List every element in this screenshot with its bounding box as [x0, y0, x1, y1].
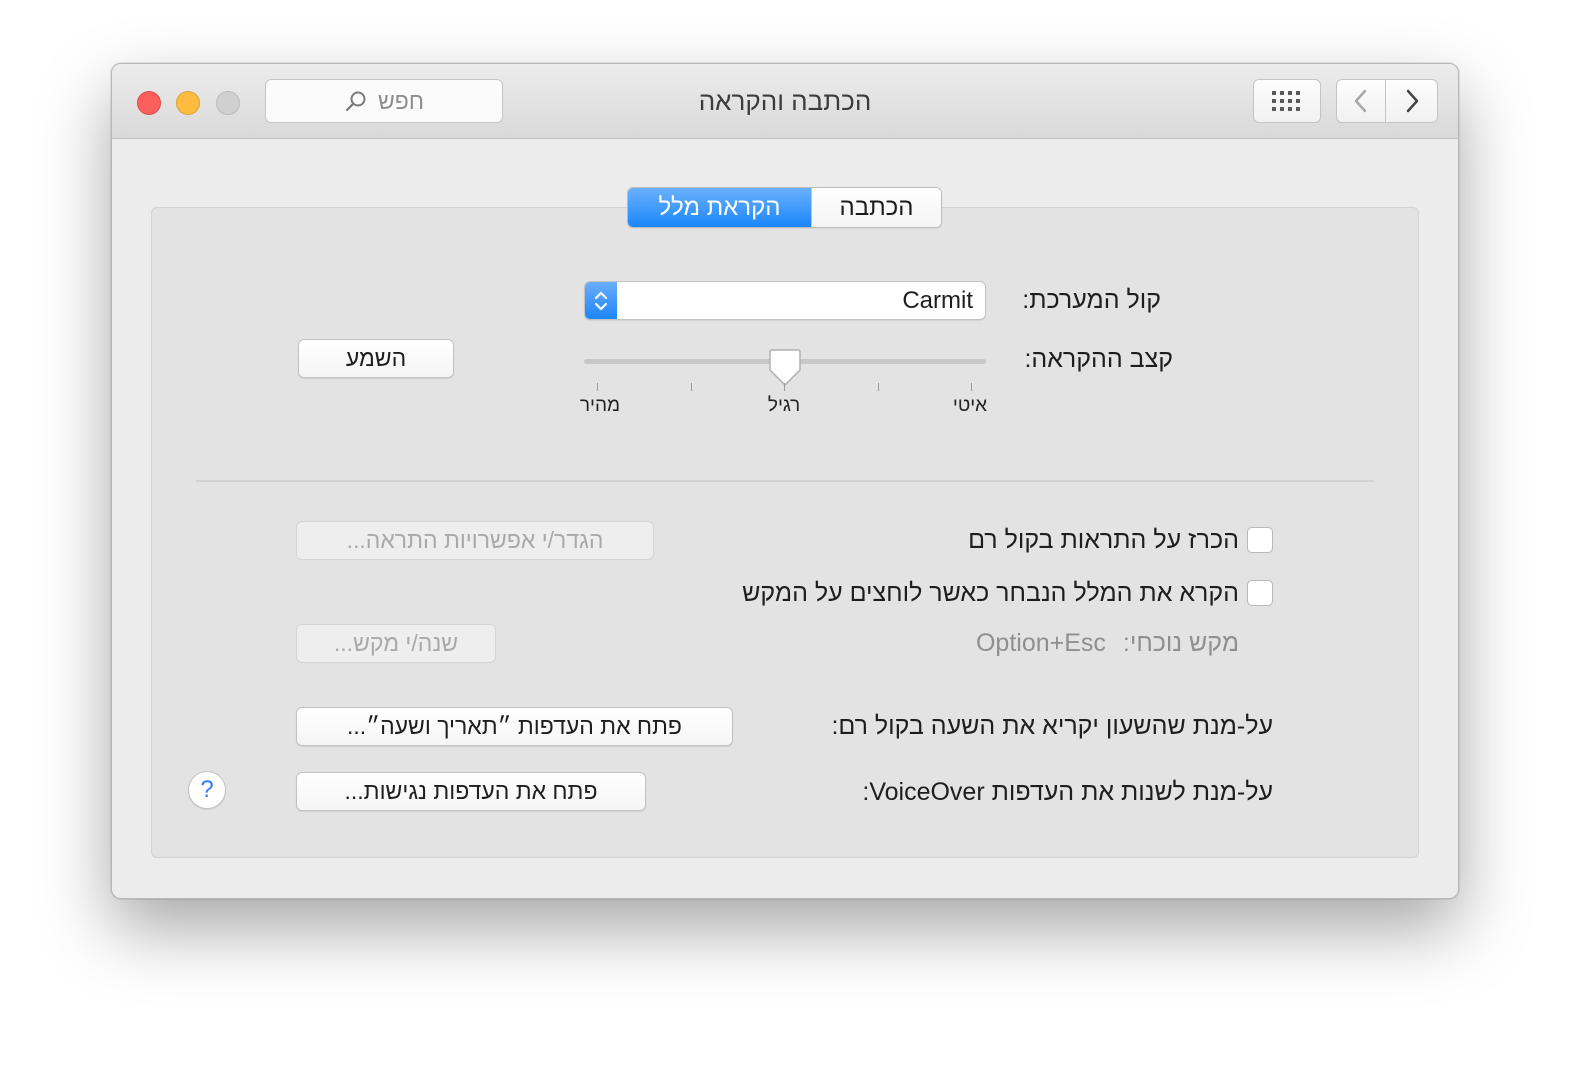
- speaking-rate-label: קצב ההקראה:: [1024, 345, 1173, 373]
- open-accessibility-button[interactable]: פתח את העדפות נגישות...: [296, 772, 646, 811]
- tab-dictation[interactable]: הכתבה: [811, 188, 941, 227]
- back-button[interactable]: [1336, 79, 1386, 123]
- rate-tick: [784, 383, 785, 391]
- tab-control: הקראת מלל הכתבה: [627, 187, 942, 228]
- rate-tick: [691, 383, 692, 391]
- announce-alerts-label: הכרז על התראות בקול רם: [968, 526, 1239, 554]
- help-button[interactable]: ?: [188, 771, 226, 809]
- clock-label: על-מנת שהשעון יקריא את השעה בקול רם:: [831, 712, 1273, 740]
- current-key-row: Option+Esc מקש נוכחי:: [976, 629, 1239, 658]
- rate-slow-label: איטי: [952, 395, 988, 416]
- alert-options-button[interactable]: הגדר/י אפשרויות התראה...: [296, 521, 654, 560]
- speak-selected-label: הקרא את המלל הנבחר כאשר לוחצים על המקש: [742, 579, 1239, 607]
- system-voice-popup[interactable]: Carmit: [584, 281, 986, 320]
- speak-selected-checkbox[interactable]: [1247, 580, 1273, 606]
- forward-button[interactable]: [1386, 79, 1438, 123]
- current-key-label: מקש נוכחי:: [1122, 629, 1239, 657]
- rate-tick: [971, 383, 972, 391]
- show-all-button[interactable]: [1253, 79, 1321, 123]
- stepper-arrows-icon: [585, 282, 617, 319]
- chevron-right-icon: [1406, 89, 1418, 113]
- rate-fast-label: מהיר: [579, 395, 621, 416]
- speaking-rate-slider-thumb[interactable]: [768, 348, 802, 388]
- help-icon: ?: [200, 776, 214, 803]
- system-voice-value: Carmit: [902, 287, 973, 314]
- voiceover-label: על-מנת לשנות את העדפות VoiceOver:: [862, 778, 1273, 806]
- system-voice-label: קול המערכת:: [1022, 286, 1161, 314]
- tab-speech[interactable]: הקראת מלל: [628, 188, 811, 227]
- rate-tick: [878, 383, 879, 391]
- open-date-time-button[interactable]: פתח את העדפות ״תאריך ושעה״...: [296, 707, 733, 746]
- rate-normal-label: רגיל: [767, 395, 801, 416]
- rate-tick: [597, 383, 598, 391]
- divider: [196, 480, 1374, 482]
- play-button[interactable]: השמע: [298, 339, 454, 378]
- preferences-window: חפש הכתבה והקראה הקראת מלל הכתבה קול המע…: [111, 63, 1459, 899]
- announce-alerts-checkbox[interactable]: [1247, 527, 1273, 553]
- chevron-left-icon: [1354, 89, 1367, 113]
- grid-icon: [1272, 91, 1300, 111]
- title-bar: חפש הכתבה והקראה: [112, 64, 1458, 139]
- change-key-button[interactable]: שנה/י מקש...: [296, 624, 496, 663]
- current-key-value: Option+Esc: [975, 629, 1106, 657]
